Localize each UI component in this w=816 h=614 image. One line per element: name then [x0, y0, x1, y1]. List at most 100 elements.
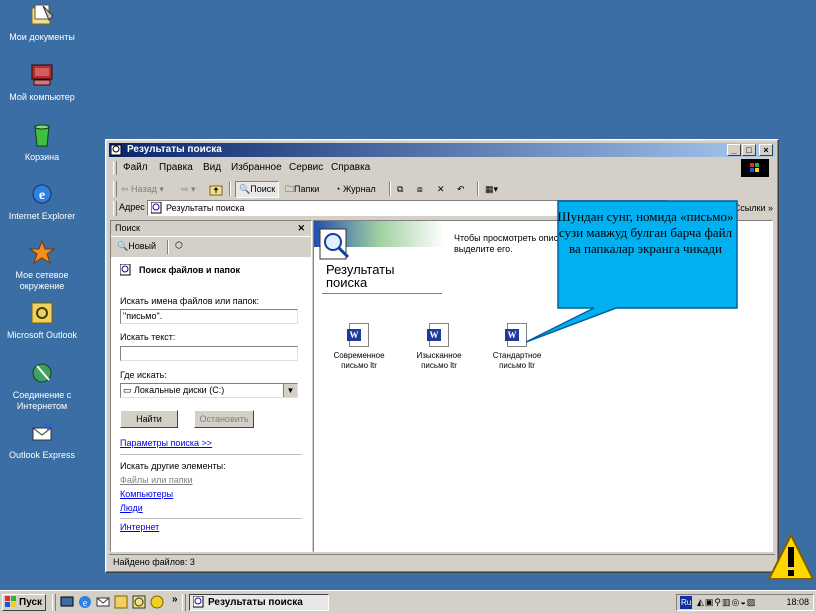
search-window-icon [192, 595, 205, 613]
scheduler-quicklaunch-icon[interactable] [132, 595, 146, 609]
tasks-grip[interactable] [182, 594, 186, 611]
desktop-icon-my-documents[interactable]: Мои документы [0, 2, 84, 43]
menu-view[interactable]: Вид [203, 162, 221, 173]
svg-text:e: e [83, 598, 88, 609]
desktop-icon-label: Мои документы [9, 32, 75, 42]
toolbar-grip[interactable] [113, 181, 117, 197]
taskbar-button-search-results[interactable]: Результаты поиска [189, 594, 329, 611]
desktop-icon-label: Соединение с Интернетом [12, 390, 72, 411]
svg-text:e: e [39, 188, 45, 203]
address-value: Результаты поиска [166, 203, 245, 213]
address-grip[interactable] [113, 201, 117, 216]
copy-to-icon[interactable]: ⧈ [417, 182, 423, 197]
desktop-icon-internet-connection[interactable]: Соединение с Интернетом [0, 360, 84, 412]
quicklaunch-grip[interactable] [52, 594, 56, 611]
forward-button[interactable]: ⇨ ▾ [181, 182, 196, 197]
desktop-quicklaunch-icon[interactable] [60, 595, 74, 609]
toolbar-separator [229, 182, 231, 196]
views-icon[interactable]: ▦▾ [485, 182, 498, 197]
magnifier-icon: 🔍 [117, 241, 129, 251]
menu-tools[interactable]: Сервис [289, 162, 323, 173]
drive-icon: ▭ [123, 385, 135, 395]
language-indicator[interactable]: Ru [680, 596, 693, 609]
task-label: Результаты поиска [208, 597, 303, 608]
search-globe-icon: 🔍 [239, 184, 251, 194]
desktop-icon-my-computer[interactable]: Мой компьютер [0, 62, 84, 103]
start-button[interactable]: Пуск [2, 594, 46, 611]
file-item[interactable]: W Современное письмо ltr [324, 323, 394, 371]
maximize-button[interactable]: □ [742, 144, 756, 156]
link-files-folders[interactable]: Файлы или папки [120, 475, 193, 485]
desktop-icon-label: Internet Explorer [8, 211, 76, 221]
search-button[interactable]: 🔍Поиск [235, 181, 280, 198]
title-underline [322, 293, 442, 294]
names-label: Искать имена файлов или папок: [120, 296, 259, 306]
location-select[interactable]: ▭ Локальные диски (C:) ▼ [120, 383, 298, 398]
internet-explorer-icon: e [29, 181, 55, 207]
close-icon[interactable]: ✕ [297, 221, 305, 236]
recycle-bin-icon [29, 122, 55, 148]
taskbar: Пуск e » Результаты поиска Ru ◭▣⚲▥◎◒▨ 18… [0, 590, 816, 614]
desktop-icon-internet-explorer[interactable]: e Internet Explorer [0, 181, 84, 222]
desktop-icon-outlook-express[interactable]: Outlook Express [0, 420, 84, 461]
search-pane-toolbar: 🔍Новый ⬡ [111, 237, 311, 257]
desktop-icon-network-places[interactable]: Мое сетевое окружение [0, 239, 84, 292]
chevron-down-icon[interactable]: ▼ [283, 384, 297, 397]
divider [120, 518, 302, 519]
word-document-icon: W [427, 323, 449, 347]
outlook-quicklaunch-icon[interactable] [114, 595, 128, 609]
menu-file[interactable]: Файл [123, 162, 148, 173]
desktop-icon-outlook[interactable]: Microsoft Outlook [0, 300, 84, 341]
menu-grip[interactable] [113, 161, 117, 175]
file-name: Изысканное письмо ltr [416, 351, 462, 370]
undo-icon[interactable]: ↶ [457, 182, 465, 197]
clock-quicklaunch-icon[interactable] [150, 595, 164, 609]
ie-quicklaunch-icon[interactable]: e [78, 595, 92, 609]
stop-button[interactable]: Остановить [194, 410, 254, 428]
find-button[interactable]: Найти [120, 410, 178, 428]
link-internet[interactable]: Интернет [120, 522, 159, 532]
search-pane-body: Поиск файлов и папок Искать имена файлов… [111, 257, 311, 551]
window-titlebar[interactable]: Результаты поиска _ □ × [109, 143, 775, 157]
link-computers[interactable]: Компьютеры [120, 489, 173, 499]
move-to-icon[interactable]: ⧉ [397, 182, 403, 197]
desktop-icon-label: Мое сетевое окружение [15, 270, 69, 291]
search-options-link[interactable]: Параметры поиска >> [120, 438, 212, 448]
text-input[interactable] [120, 346, 298, 361]
windows-flag-icon [5, 596, 17, 613]
minimize-button[interactable]: _ [727, 144, 741, 156]
tray-icons[interactable]: ◭▣⚲▥◎◒▨ [697, 595, 756, 610]
menu-bar: Файл Правка Вид Избранное Сервис Справка [109, 159, 775, 177]
address-label: Адрес [119, 202, 145, 212]
desktop-icon-label: Outlook Express [8, 450, 76, 460]
new-search-button[interactable]: 🔍Новый [117, 241, 156, 252]
folders-icon: 🗀 [285, 184, 295, 194]
back-button[interactable]: ⇦ Назад ▾ [121, 182, 164, 197]
folders-button[interactable]: 🗀Папки [285, 182, 319, 197]
file-name: Современное письмо ltr [333, 351, 385, 370]
up-folder-icon[interactable] [209, 182, 223, 197]
menu-favorites[interactable]: Избранное [231, 162, 282, 173]
quicklaunch-more-icon[interactable]: » [172, 594, 178, 605]
toolbar-separator [167, 240, 169, 254]
close-button[interactable]: × [759, 144, 773, 156]
callout-text: Шундан сунг, номида «письмо» сузи мавжуд… [557, 209, 734, 256]
delete-icon[interactable]: ✕ [437, 182, 445, 197]
history-button[interactable]: ◔ Журнал [335, 182, 376, 197]
history-icon: ◔ [335, 184, 341, 194]
desktop-icon-recycle-bin[interactable]: Корзина [0, 122, 84, 163]
menu-edit[interactable]: Правка [159, 162, 193, 173]
file-item[interactable]: W Изысканное письмо ltr [404, 323, 474, 371]
outlook-express-quicklaunch-icon[interactable] [96, 595, 110, 609]
results-title: Результаты поиска [326, 262, 395, 290]
my-computer-icon [29, 62, 55, 88]
desktop-icon-label: Мой компьютер [9, 92, 75, 102]
clock: 18:08 [786, 597, 809, 607]
callout: Шундан сунг, номида «письмо» сузи мавжуд… [556, 201, 735, 309]
search-options-icon[interactable]: ⬡ [175, 240, 183, 251]
filename-input[interactable]: "письмо". [120, 309, 298, 324]
search-pane: Поиск ✕ 🔍Новый ⬡ Поиск файлов и папок Ис… [110, 220, 312, 552]
status-text: Найдено файлов: 3 [113, 557, 195, 567]
menu-help[interactable]: Справка [331, 162, 370, 173]
link-people[interactable]: Люди [120, 503, 143, 513]
